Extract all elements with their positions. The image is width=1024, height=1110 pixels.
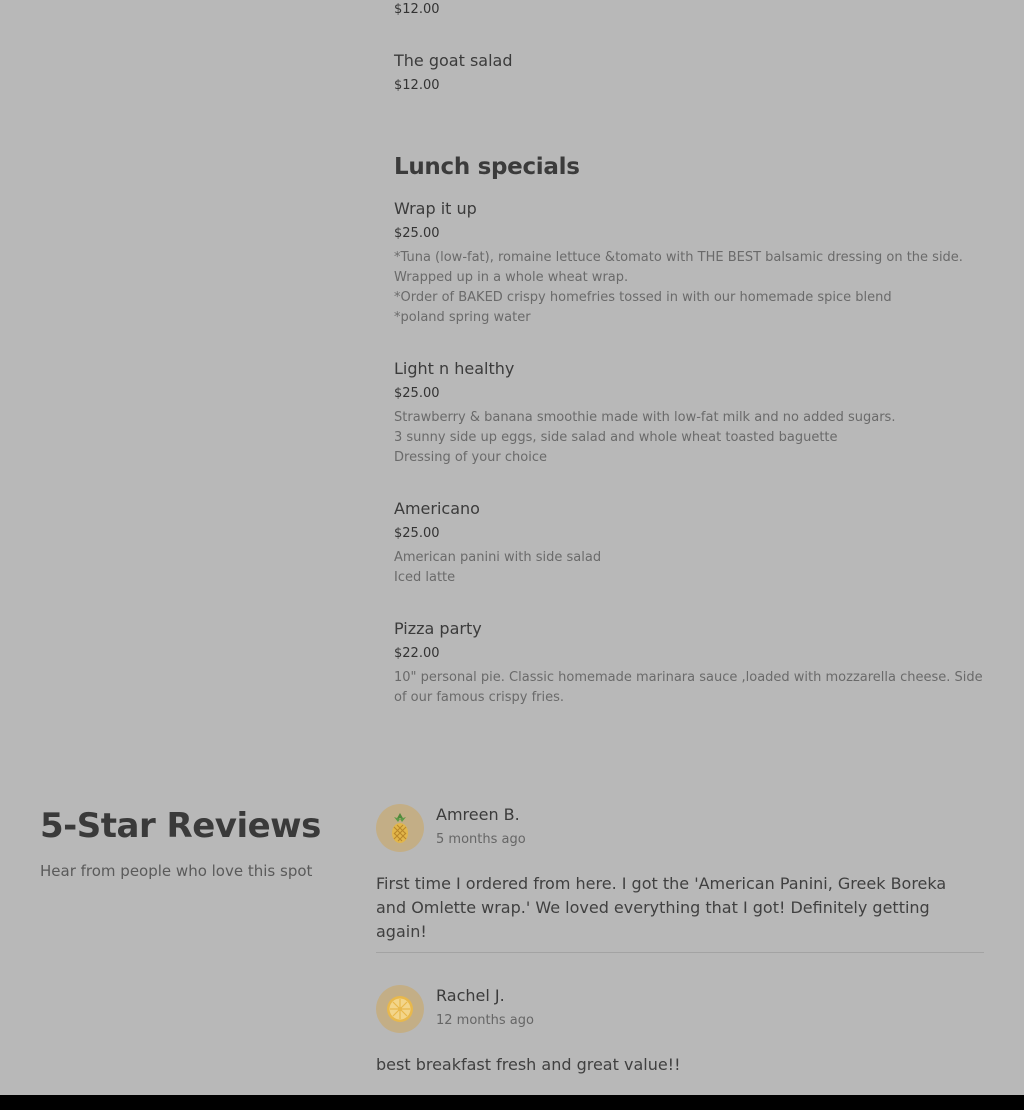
reviewer-name: Rachel J. xyxy=(436,986,505,1005)
item-description: *Tuna (low-fat), romaine lettuce &tomato… xyxy=(394,248,963,328)
description-line: Wrapped up in a whole wheat wrap. xyxy=(394,270,629,285)
item-price: $25.00 xyxy=(394,386,440,401)
pineapple-icon xyxy=(392,813,408,843)
item-price: $25.00 xyxy=(394,526,440,541)
description-line: *Order of BAKED crispy homefries tossed … xyxy=(394,290,892,305)
menu-item-name[interactable]: Pizza party xyxy=(394,618,482,640)
review-text: First time I ordered from here. I got th… xyxy=(376,874,947,941)
footer-bar xyxy=(0,1095,1024,1110)
reviewer-name: Amreen B. xyxy=(436,805,520,824)
avatar xyxy=(376,804,424,852)
description-line: Strawberry & banana smoothie made with l… xyxy=(394,410,896,425)
description-line: 3 sunny side up eggs, side salad and who… xyxy=(394,430,838,445)
review-time: 5 months ago xyxy=(436,832,526,847)
description-line: of our famous crispy fries. xyxy=(394,690,565,705)
description-line: American panini with side salad xyxy=(394,550,602,565)
description-line: Dressing of your choice xyxy=(394,450,547,465)
divider xyxy=(376,952,984,953)
review-time: 12 months ago xyxy=(436,1013,534,1028)
item-description: American panini with side salad Iced lat… xyxy=(394,548,601,588)
item-price: $12.00 xyxy=(394,2,440,17)
description-line: *Tuna (low-fat), romaine lettuce &tomato… xyxy=(394,250,963,265)
item-description: Strawberry & banana smoothie made with l… xyxy=(394,408,895,468)
item-price: $12.00 xyxy=(394,78,440,93)
item-description: 10" personal pie. Classic homemade marin… xyxy=(394,668,983,708)
description-line: 10" personal pie. Classic homemade marin… xyxy=(394,670,983,685)
review-text: best breakfast fresh and great value!! xyxy=(376,1055,681,1074)
item-price: $25.00 xyxy=(394,226,440,241)
description-line: *poland spring water xyxy=(394,310,531,325)
section-title: Lunch specials xyxy=(394,154,580,180)
reviews-subtitle: Hear from people who love this spot xyxy=(40,862,313,880)
item-price: $22.00 xyxy=(394,646,440,661)
citrus-slice-icon xyxy=(387,996,413,1022)
menu-item-name[interactable]: Americano xyxy=(394,498,480,520)
description-line: Iced latte xyxy=(394,570,456,585)
avatar xyxy=(376,985,424,1033)
reviews-title: 5-Star Reviews xyxy=(40,806,321,846)
menu-item-name[interactable]: Wrap it up xyxy=(394,198,477,220)
menu-item-name[interactable]: Light n healthy xyxy=(394,358,514,380)
menu-item-name[interactable]: The goat salad xyxy=(394,50,513,72)
